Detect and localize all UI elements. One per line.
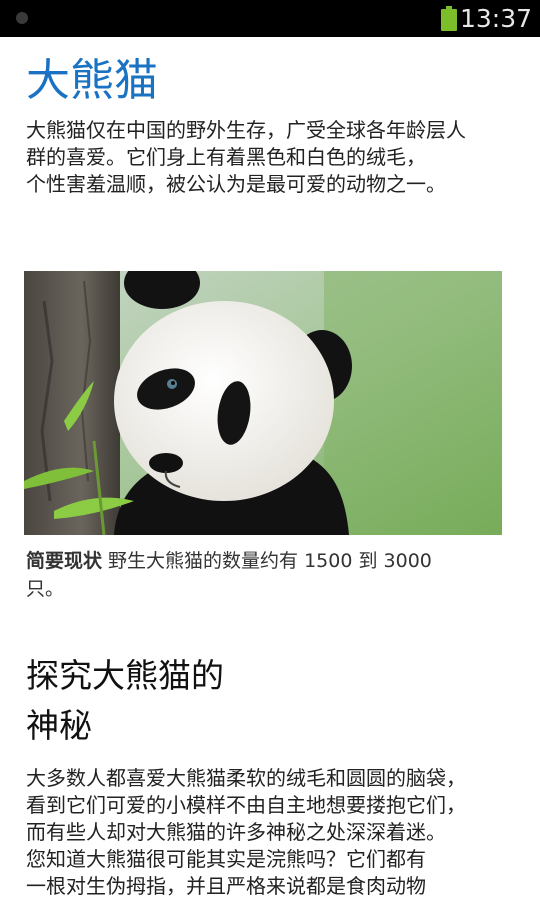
article-content[interactable]: 大熊猫 大熊猫仅在中国的野外生存，广受全球各年龄层人 群的喜爱。它们身上有着黑色…	[0, 37, 540, 900]
intro-paragraph: 大熊猫仅在中国的野外生存，广受全球各年龄层人 群的喜爱。它们身上有着黑色和白色的…	[26, 118, 466, 196]
status-bar: 13:37	[0, 0, 540, 37]
section-body: 大多数人都喜爱大熊猫柔软的绒毛和圆圆的脑袋， 看到它们可爱的小模样不由自主地想要…	[26, 766, 466, 898]
page-title: 大熊猫	[26, 55, 158, 106]
section-heading: 探究大熊猫的 神秘	[26, 656, 224, 745]
status-caption: 简要现状 野生大熊猫的数量约有 1500 到 3000 只。	[26, 547, 466, 603]
caption-label: 简要现状	[26, 550, 103, 572]
panda-photo	[24, 271, 502, 535]
notification-dot-icon	[16, 12, 28, 24]
battery-icon	[441, 6, 457, 31]
status-clock: 13:37	[459, 4, 532, 33]
